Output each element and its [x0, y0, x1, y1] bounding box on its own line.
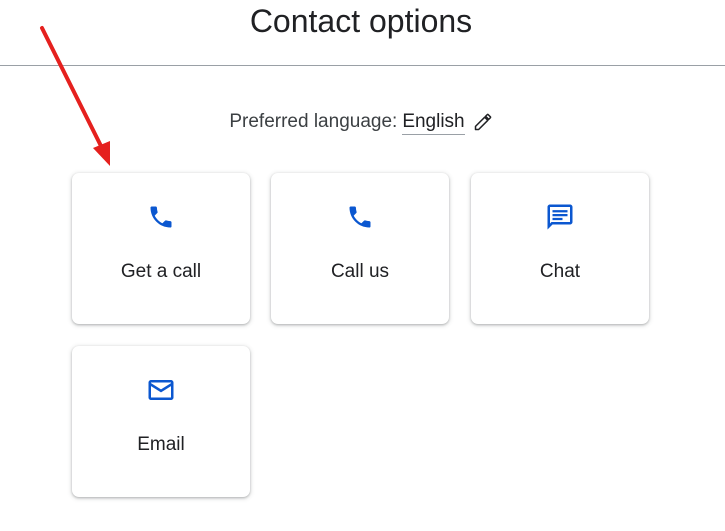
chat-icon [471, 201, 649, 233]
get-a-call-label: Get a call [120, 261, 202, 282]
phone-icon [271, 201, 449, 233]
header-divider [0, 65, 725, 66]
chat-label: Chat [539, 261, 581, 282]
preferred-language-link[interactable]: English [402, 110, 465, 135]
page-title: Contact options [249, 3, 473, 39]
contact-options-page: Contact options Preferred language: Engl… [0, 0, 725, 531]
get-a-call-card[interactable]: Get a call [72, 173, 250, 324]
preferred-language-row: Preferred language: English [0, 108, 722, 136]
email-card[interactable]: Email [72, 346, 250, 497]
mail-icon [72, 374, 250, 406]
phone-icon [72, 201, 250, 233]
chat-card[interactable]: Chat [471, 173, 649, 324]
call-us-label: Call us [330, 261, 390, 282]
email-label: Email [137, 434, 185, 455]
pencil-icon[interactable] [473, 112, 493, 132]
call-us-card[interactable]: Call us [271, 173, 449, 324]
preferred-language-label: Preferred language: [229, 111, 398, 132]
